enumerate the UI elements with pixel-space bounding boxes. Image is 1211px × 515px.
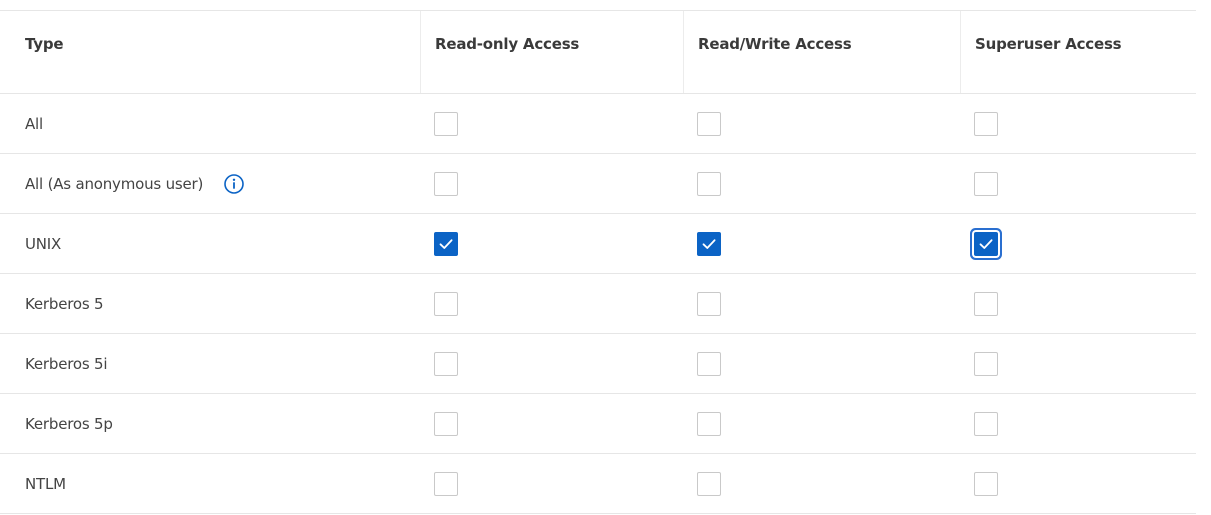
type-label: UNIX [25, 234, 62, 253]
read-write-checkbox[interactable] [697, 111, 721, 136]
table-row: Kerberos 5p [0, 394, 1196, 454]
read-only-cell [420, 154, 683, 213]
table-row: NTLM [0, 454, 1196, 514]
read-write-cell [683, 394, 960, 453]
read-only-cell [420, 214, 683, 273]
read-write-cell [683, 454, 960, 513]
read-write-checkbox[interactable] [697, 291, 721, 316]
superuser-checkbox[interactable] [974, 171, 998, 196]
type-cell: All [0, 94, 420, 153]
header-read-only: Read-only Access [420, 11, 683, 93]
header-superuser: Superuser Access [960, 11, 1196, 93]
type-cell: Kerberos 5p [0, 394, 420, 453]
superuser-cell [960, 214, 1196, 273]
type-label: Kerberos 5 [25, 294, 104, 313]
read-only-checkbox[interactable] [434, 291, 458, 316]
type-cell: Kerberos 5 [0, 274, 420, 333]
superuser-cell [960, 454, 1196, 513]
superuser-cell [960, 154, 1196, 213]
table-header-row: Type Read-only Access Read/Write Access … [0, 11, 1196, 94]
type-label: Kerberos 5p [25, 414, 113, 433]
header-type: Type [0, 11, 420, 93]
superuser-cell [960, 274, 1196, 333]
read-write-checkbox[interactable] [697, 171, 721, 196]
read-only-checkbox[interactable] [434, 171, 458, 196]
access-table: Type Read-only Access Read/Write Access … [0, 10, 1196, 514]
type-cell: Kerberos 5i [0, 334, 420, 393]
read-only-checkbox[interactable] [434, 351, 458, 376]
table-row: UNIX [0, 214, 1196, 274]
superuser-cell [960, 94, 1196, 153]
type-label: All [25, 114, 43, 133]
info-icon[interactable] [223, 173, 245, 195]
read-write-checkbox[interactable] [697, 471, 721, 496]
read-write-cell [683, 154, 960, 213]
superuser-checkbox[interactable] [974, 411, 998, 436]
superuser-checkbox[interactable] [974, 351, 998, 376]
checkmark-icon [439, 238, 453, 249]
type-label: NTLM [25, 474, 66, 493]
type-cell: All (As anonymous user) [0, 154, 420, 213]
table-row: Kerberos 5i [0, 334, 1196, 394]
header-read-write-label: Read/Write Access [698, 35, 852, 53]
read-write-checkbox[interactable] [697, 231, 721, 256]
read-only-cell [420, 94, 683, 153]
checkmark-icon [702, 238, 716, 249]
table-row: Kerberos 5 [0, 274, 1196, 334]
read-write-checkbox[interactable] [697, 411, 721, 436]
read-write-cell [683, 94, 960, 153]
read-write-cell [683, 274, 960, 333]
superuser-cell [960, 394, 1196, 453]
table-row: All (As anonymous user) [0, 154, 1196, 214]
superuser-checkbox[interactable] [974, 471, 998, 496]
table-body: All All (As anonymous user) UNIX Kerberos 5… [0, 94, 1196, 514]
read-only-checkbox[interactable] [434, 111, 458, 136]
table-row: All [0, 94, 1196, 154]
read-only-checkbox[interactable] [434, 471, 458, 496]
read-only-checkbox[interactable] [434, 411, 458, 436]
read-only-cell [420, 334, 683, 393]
read-only-cell [420, 454, 683, 513]
superuser-cell [960, 334, 1196, 393]
read-write-cell [683, 214, 960, 273]
superuser-checkbox[interactable] [974, 291, 998, 316]
read-only-cell [420, 394, 683, 453]
type-cell: UNIX [0, 214, 420, 273]
header-read-write: Read/Write Access [683, 11, 960, 93]
read-write-checkbox[interactable] [697, 351, 721, 376]
header-read-only-label: Read-only Access [435, 35, 580, 53]
read-write-cell [683, 334, 960, 393]
header-superuser-label: Superuser Access [975, 35, 1122, 53]
type-label: All (As anonymous user) [25, 174, 204, 193]
read-only-checkbox[interactable] [434, 231, 458, 256]
superuser-checkbox[interactable] [974, 231, 998, 256]
type-label: Kerberos 5i [25, 354, 108, 373]
header-type-label: Type [25, 35, 64, 53]
checkmark-icon [979, 238, 993, 249]
read-only-cell [420, 274, 683, 333]
type-cell: NTLM [0, 454, 420, 513]
superuser-checkbox[interactable] [974, 111, 998, 136]
